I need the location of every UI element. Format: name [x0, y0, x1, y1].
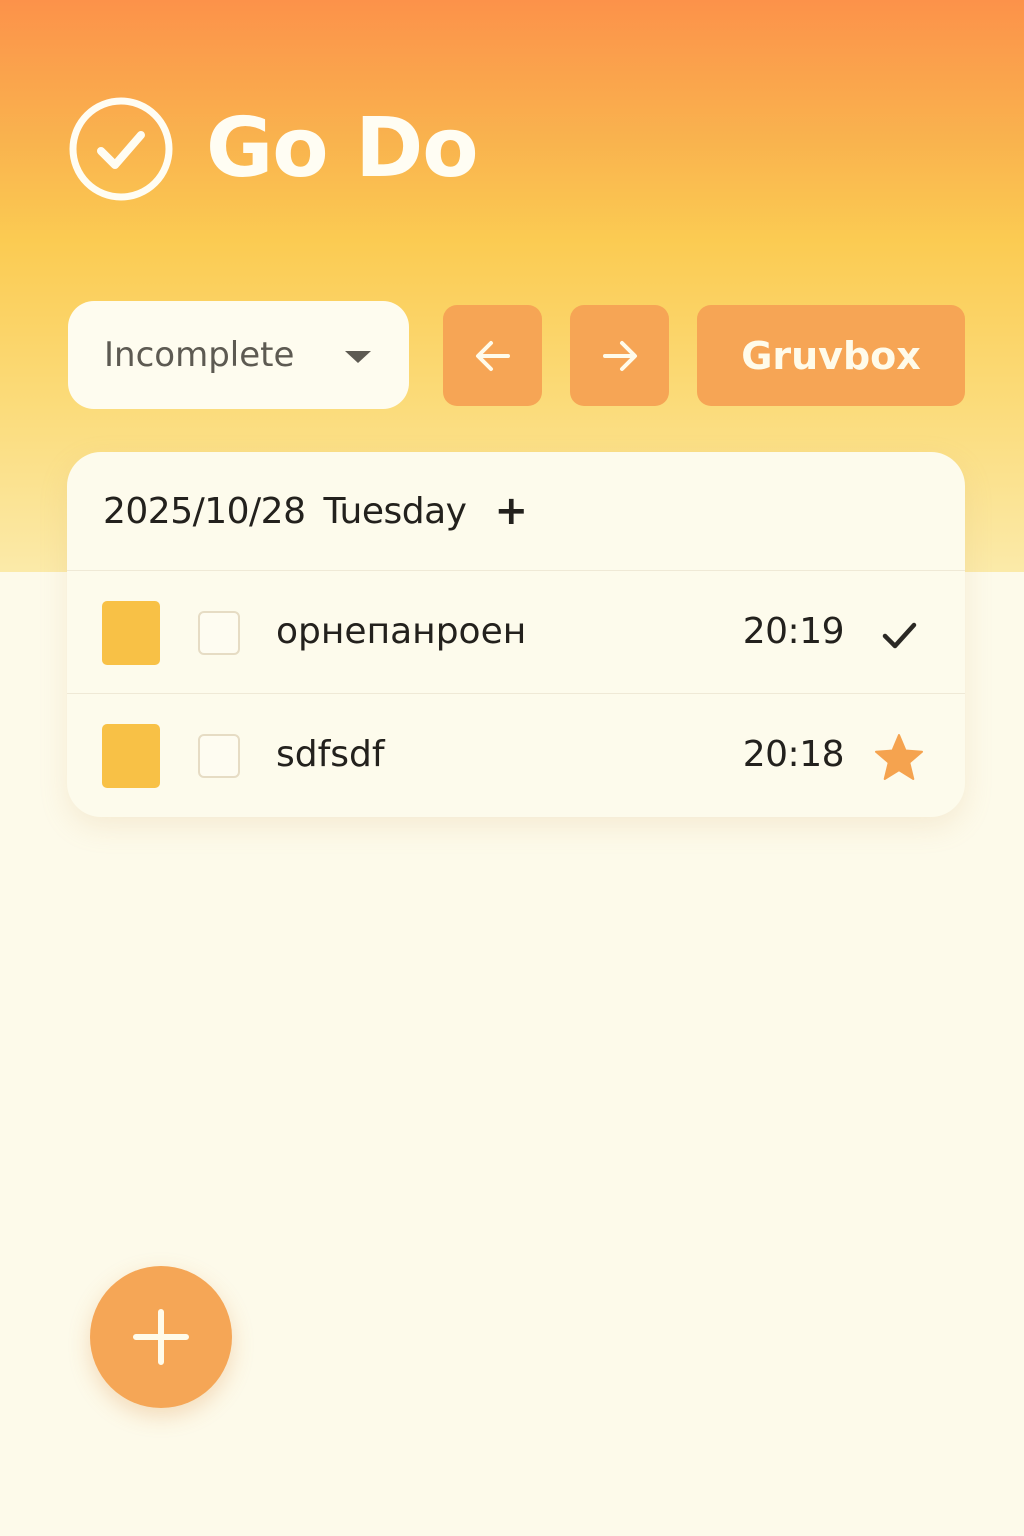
task-row[interactable]: орнепанроен 20:19	[67, 571, 965, 694]
task-checkbox[interactable]	[198, 611, 240, 655]
task-title: sdfsdf	[276, 734, 385, 775]
arrow-right-icon	[602, 340, 637, 371]
star-task-button[interactable]	[873, 732, 925, 784]
check-circle-logo-icon	[69, 97, 173, 201]
task-color-swatch[interactable]	[102, 601, 160, 665]
star-icon	[875, 734, 923, 780]
complete-task-button[interactable]	[873, 609, 925, 661]
day-weekday: Tuesday	[323, 490, 467, 532]
app-title: Go Do	[206, 101, 479, 196]
task-time: 20:18	[742, 734, 845, 775]
filter-selected-value: Incomplete	[104, 335, 295, 375]
filter-select[interactable]: Incomplete	[68, 301, 409, 409]
theme-button[interactable]: Gruvbox	[697, 305, 965, 406]
day-date: 2025/10/28	[103, 490, 306, 532]
plus-icon	[133, 1309, 189, 1365]
app-header: Go Do	[68, 96, 479, 202]
checkmark-icon	[882, 622, 917, 649]
next-day-button[interactable]	[570, 305, 669, 406]
add-task-to-day-button[interactable]: +	[494, 488, 528, 534]
task-color-swatch[interactable]	[102, 724, 160, 788]
task-time: 20:19	[742, 611, 845, 652]
arrow-left-icon	[475, 340, 510, 371]
add-task-fab[interactable]	[90, 1266, 232, 1408]
toolbar: Incomplete Gruvbox	[68, 301, 966, 409]
task-title: орнепанроен	[276, 611, 527, 652]
day-header: 2025/10/28 Tuesday +	[67, 452, 965, 571]
previous-day-button[interactable]	[443, 305, 542, 406]
task-checkbox[interactable]	[198, 734, 240, 778]
day-card: 2025/10/28 Tuesday + орнепанроен 20:19 s…	[67, 452, 965, 817]
caret-down-icon	[345, 351, 371, 363]
task-row[interactable]: sdfsdf 20:18	[67, 694, 965, 816]
